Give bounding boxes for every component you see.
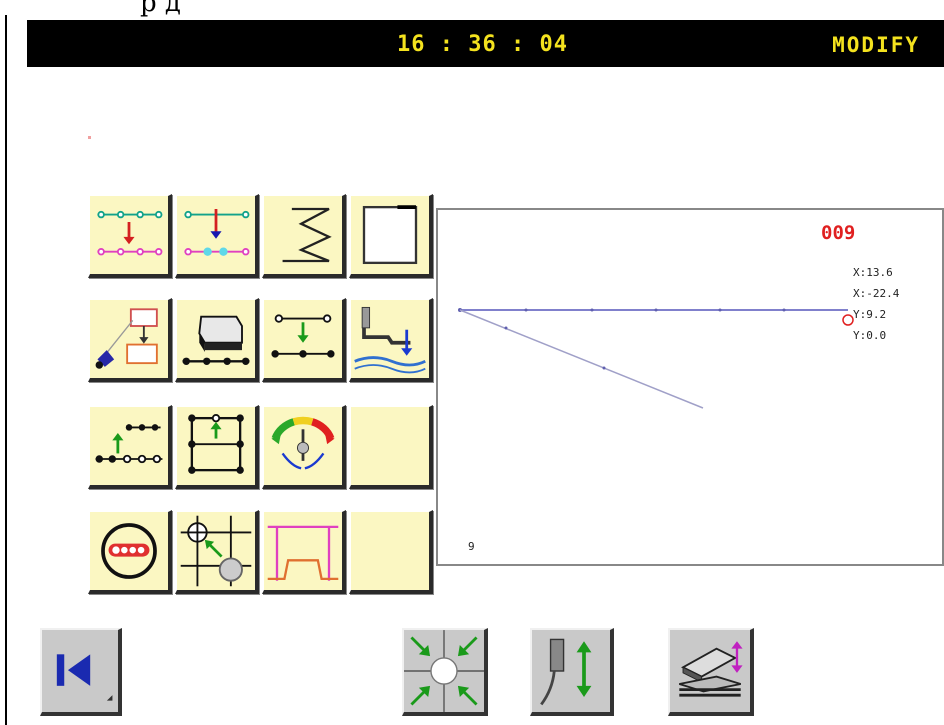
move-frame-button[interactable] xyxy=(175,405,259,489)
pattern-preview[interactable]: 009 X:13.6 X:-22.4 Y:9.2 Y:0.0 9 xyxy=(436,208,944,566)
zigzag-button[interactable] xyxy=(262,194,346,278)
blank-button-row4[interactable] xyxy=(349,510,433,594)
square-window-button[interactable] xyxy=(349,194,433,278)
presser-foot-height-icon xyxy=(679,641,743,697)
add-stitch-line-icon xyxy=(95,424,163,464)
eraser-icon xyxy=(182,315,250,365)
pattern-number: 009 xyxy=(821,222,856,244)
presser-icon xyxy=(354,306,426,374)
needle-up-down-icon xyxy=(540,638,592,706)
move-frame-icon xyxy=(188,413,244,474)
needle-up-down-button[interactable] xyxy=(530,628,614,716)
center-focus-button[interactable] xyxy=(402,628,488,716)
scale-point-icon xyxy=(180,515,252,587)
blank-button-row3[interactable] xyxy=(349,405,433,489)
back-to-start-icon xyxy=(56,654,113,701)
speed-gauge-icon xyxy=(271,416,335,470)
clock: 16 : 36 : 04 xyxy=(397,32,568,57)
coord-y1: Y:9.2 xyxy=(853,308,887,321)
coord-x2: X:-22.4 xyxy=(853,287,900,300)
offset-button[interactable] xyxy=(262,510,346,594)
stitch-pointer: 9 xyxy=(468,540,475,553)
insert-stitch-alt-button[interactable] xyxy=(175,194,259,278)
move-point-icon xyxy=(271,314,335,358)
center-focus-icon xyxy=(404,630,484,712)
offset-icon xyxy=(267,525,339,581)
presser-button[interactable] xyxy=(349,298,433,382)
move-pattern-icon xyxy=(95,308,158,369)
circle-link-button[interactable] xyxy=(88,510,172,594)
coord-y2: Y:0.0 xyxy=(853,329,887,342)
move-pattern-button[interactable] xyxy=(88,298,172,382)
speed-gauge-button[interactable] xyxy=(262,405,346,489)
circle-link-icon xyxy=(101,523,157,579)
top-caption: р д xyxy=(140,0,181,18)
insert-stitch-alt-icon xyxy=(184,209,250,256)
presser-foot-height-button[interactable] xyxy=(668,628,754,716)
coord-x1: X:13.6 xyxy=(853,266,893,279)
scale-point-button[interactable] xyxy=(175,510,259,594)
back-to-start-button[interactable] xyxy=(40,628,122,716)
status-bar: 16 : 36 : 04 MODIFY xyxy=(27,20,944,67)
eraser-button[interactable] xyxy=(175,298,259,382)
mode-label: MODIFY xyxy=(832,33,920,57)
insert-stitch-icon xyxy=(97,210,163,256)
add-stitch-line-button[interactable] xyxy=(88,405,172,489)
pattern-canvas xyxy=(458,308,854,409)
square-window-icon xyxy=(362,205,418,265)
move-point-button[interactable] xyxy=(262,298,346,382)
artifact-dot xyxy=(88,136,91,139)
insert-stitch-button[interactable] xyxy=(88,194,172,278)
zigzag-icon xyxy=(282,207,332,263)
